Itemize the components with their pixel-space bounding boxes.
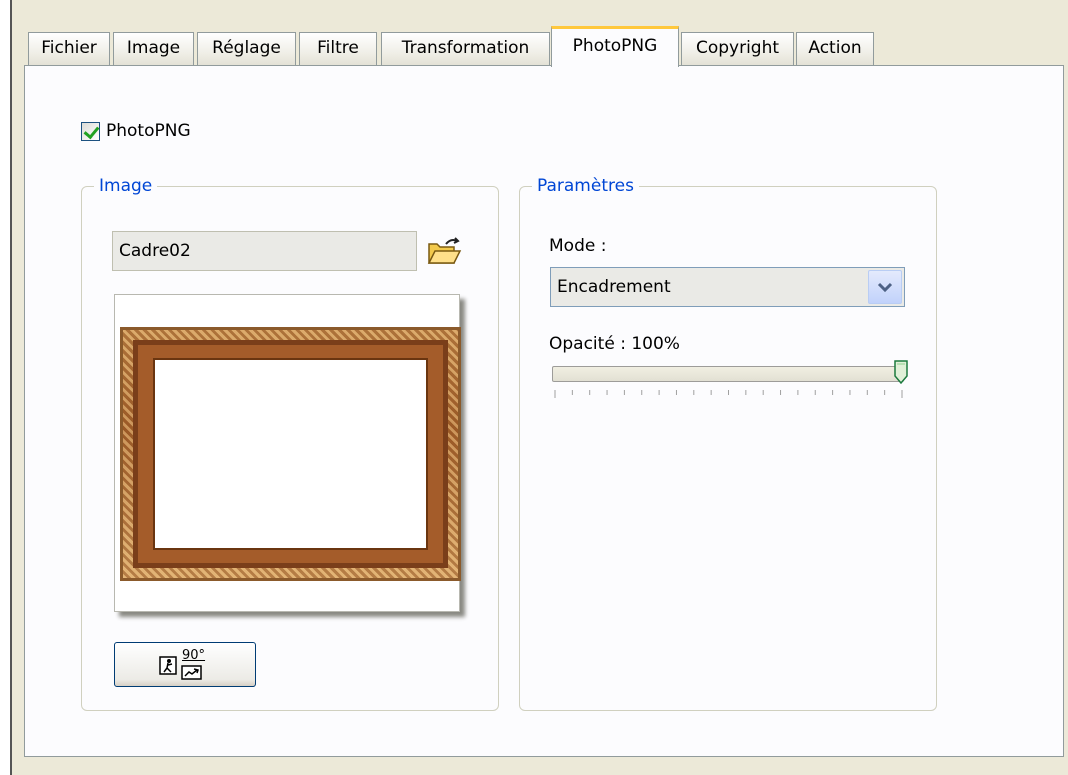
landscape-icon [181,665,202,680]
image-preview [114,294,461,612]
tab-label: PhotoPNG [572,36,658,56]
enable-photopng-checkbox[interactable] [81,121,100,141]
tab-photopng[interactable]: PhotoPNG [551,26,679,67]
frame-border [133,340,448,568]
tab-label: Réglage [212,38,281,58]
tab-transformation[interactable]: Transformation [381,32,550,65]
tab-fichier[interactable]: Fichier [28,32,110,65]
tab-panel-photopng: PhotoPNG Image Cadre02 90° Paramètres Mo… [24,65,1064,757]
frame-inner-area [153,358,428,550]
rotate-90-icon: 90° [159,648,213,682]
open-folder-icon [427,237,462,264]
rotate-90-button[interactable]: 90° [114,642,256,687]
opacity-slider-ticks [554,390,903,398]
enable-photopng-label: PhotoPNG [106,121,191,141]
window-left-border [10,0,12,775]
mode-select[interactable]: Encadrement [550,267,905,307]
tab-copyright[interactable]: Copyright [681,32,794,65]
window-left-edge [0,0,10,775]
mode-label: Mode : [549,236,607,256]
tab-label: Image [126,38,181,58]
opacity-slider-track[interactable] [552,366,904,382]
portrait-icon [159,656,177,675]
image-group-title: Image [99,176,153,196]
open-image-button[interactable] [426,236,462,266]
tab-label: Transformation [401,38,530,58]
frame-image [120,327,461,581]
params-group: Paramètres Mode : Encadrement Opacité : … [519,176,937,711]
tab-label: Action [808,38,862,58]
checkmark-icon [83,122,100,139]
tab-action[interactable]: Action [796,32,874,65]
rotate-angle-text: 90° [182,648,206,663]
mode-dropdown-button[interactable] [868,270,902,304]
tab-reglage[interactable]: Réglage [197,32,296,65]
tab-label: Filtre [317,38,359,58]
params-group-title: Paramètres [537,176,634,196]
tab-label: Copyright [695,38,780,58]
image-name-field[interactable]: Cadre02 [112,231,417,271]
chevron-down-icon [877,282,893,293]
opacity-label: Opacité : 100% [549,334,680,354]
tab-image[interactable]: Image [113,32,194,65]
opacity-slider-thumb[interactable] [894,360,908,384]
image-group: Image Cadre02 90° [81,176,499,711]
mode-selected-value: Encadrement [557,277,671,297]
enable-photopng-row[interactable]: PhotoPNG [81,118,191,144]
tab-filtre[interactable]: Filtre [299,32,377,65]
tab-label: Fichier [41,38,97,58]
